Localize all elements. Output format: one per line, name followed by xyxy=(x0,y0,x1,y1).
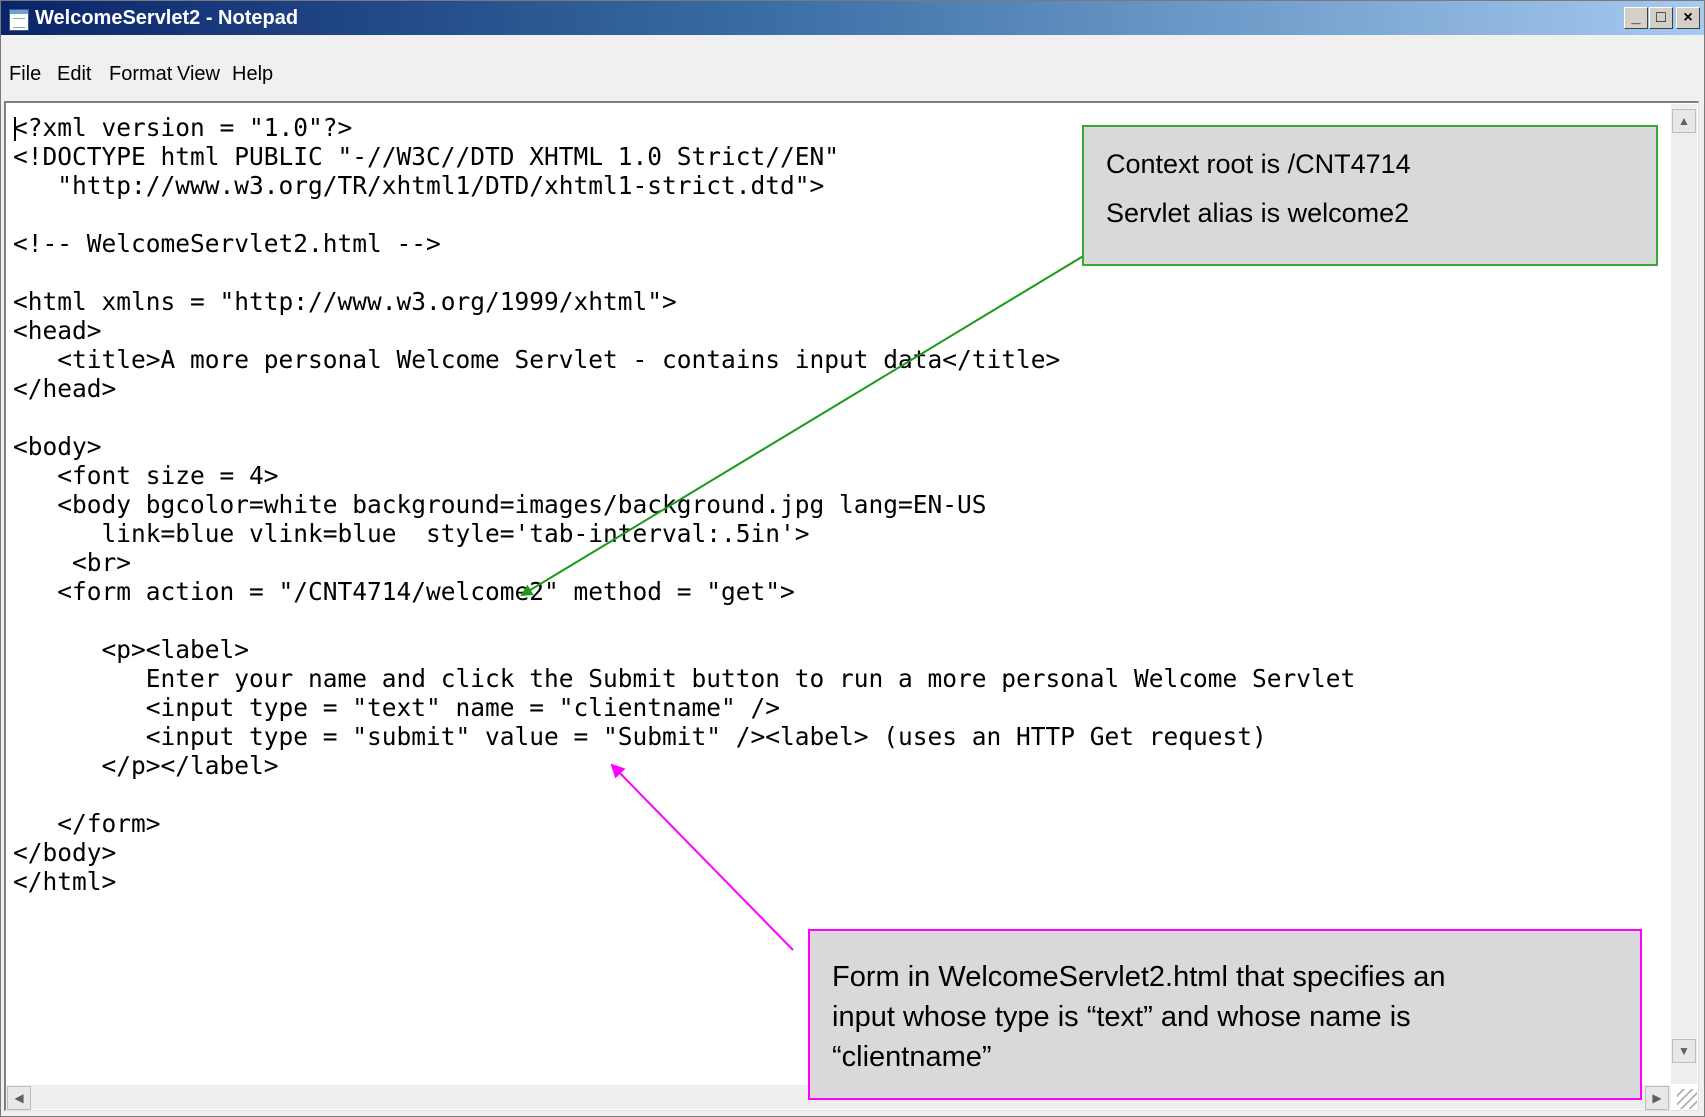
callout-context-line-1: Context root is /CNT4714 xyxy=(1106,149,1411,179)
callout-form-line-3: “clientname” xyxy=(832,1041,992,1073)
form-arrow xyxy=(610,763,794,951)
context-arrow xyxy=(520,254,1086,597)
callout-form-description: Form in WelcomeServlet2.html that specif… xyxy=(808,929,1642,1100)
callout-context-root: Context root is /CNT4714 Servlet alias i… xyxy=(1082,125,1658,266)
callout-form-line-2: input whose type is “text” and whose nam… xyxy=(832,1001,1411,1033)
callout-context-line-2: Servlet alias is welcome2 xyxy=(1106,198,1410,228)
callout-form-line-1: Form in WelcomeServlet2.html that specif… xyxy=(832,961,1446,993)
